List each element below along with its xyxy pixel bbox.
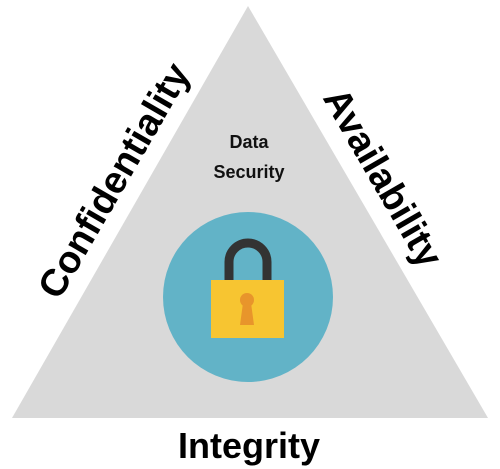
- cia-triad-svg: Data Security Confidentiality Availabili…: [12, 6, 488, 466]
- label-integrity: Integrity: [178, 425, 320, 466]
- padlock-icon: [163, 212, 333, 382]
- center-title-line1: Data: [229, 132, 269, 152]
- cia-triad-diagram: Data Security Confidentiality Availabili…: [0, 0, 500, 469]
- center-title-line2: Security: [213, 162, 284, 182]
